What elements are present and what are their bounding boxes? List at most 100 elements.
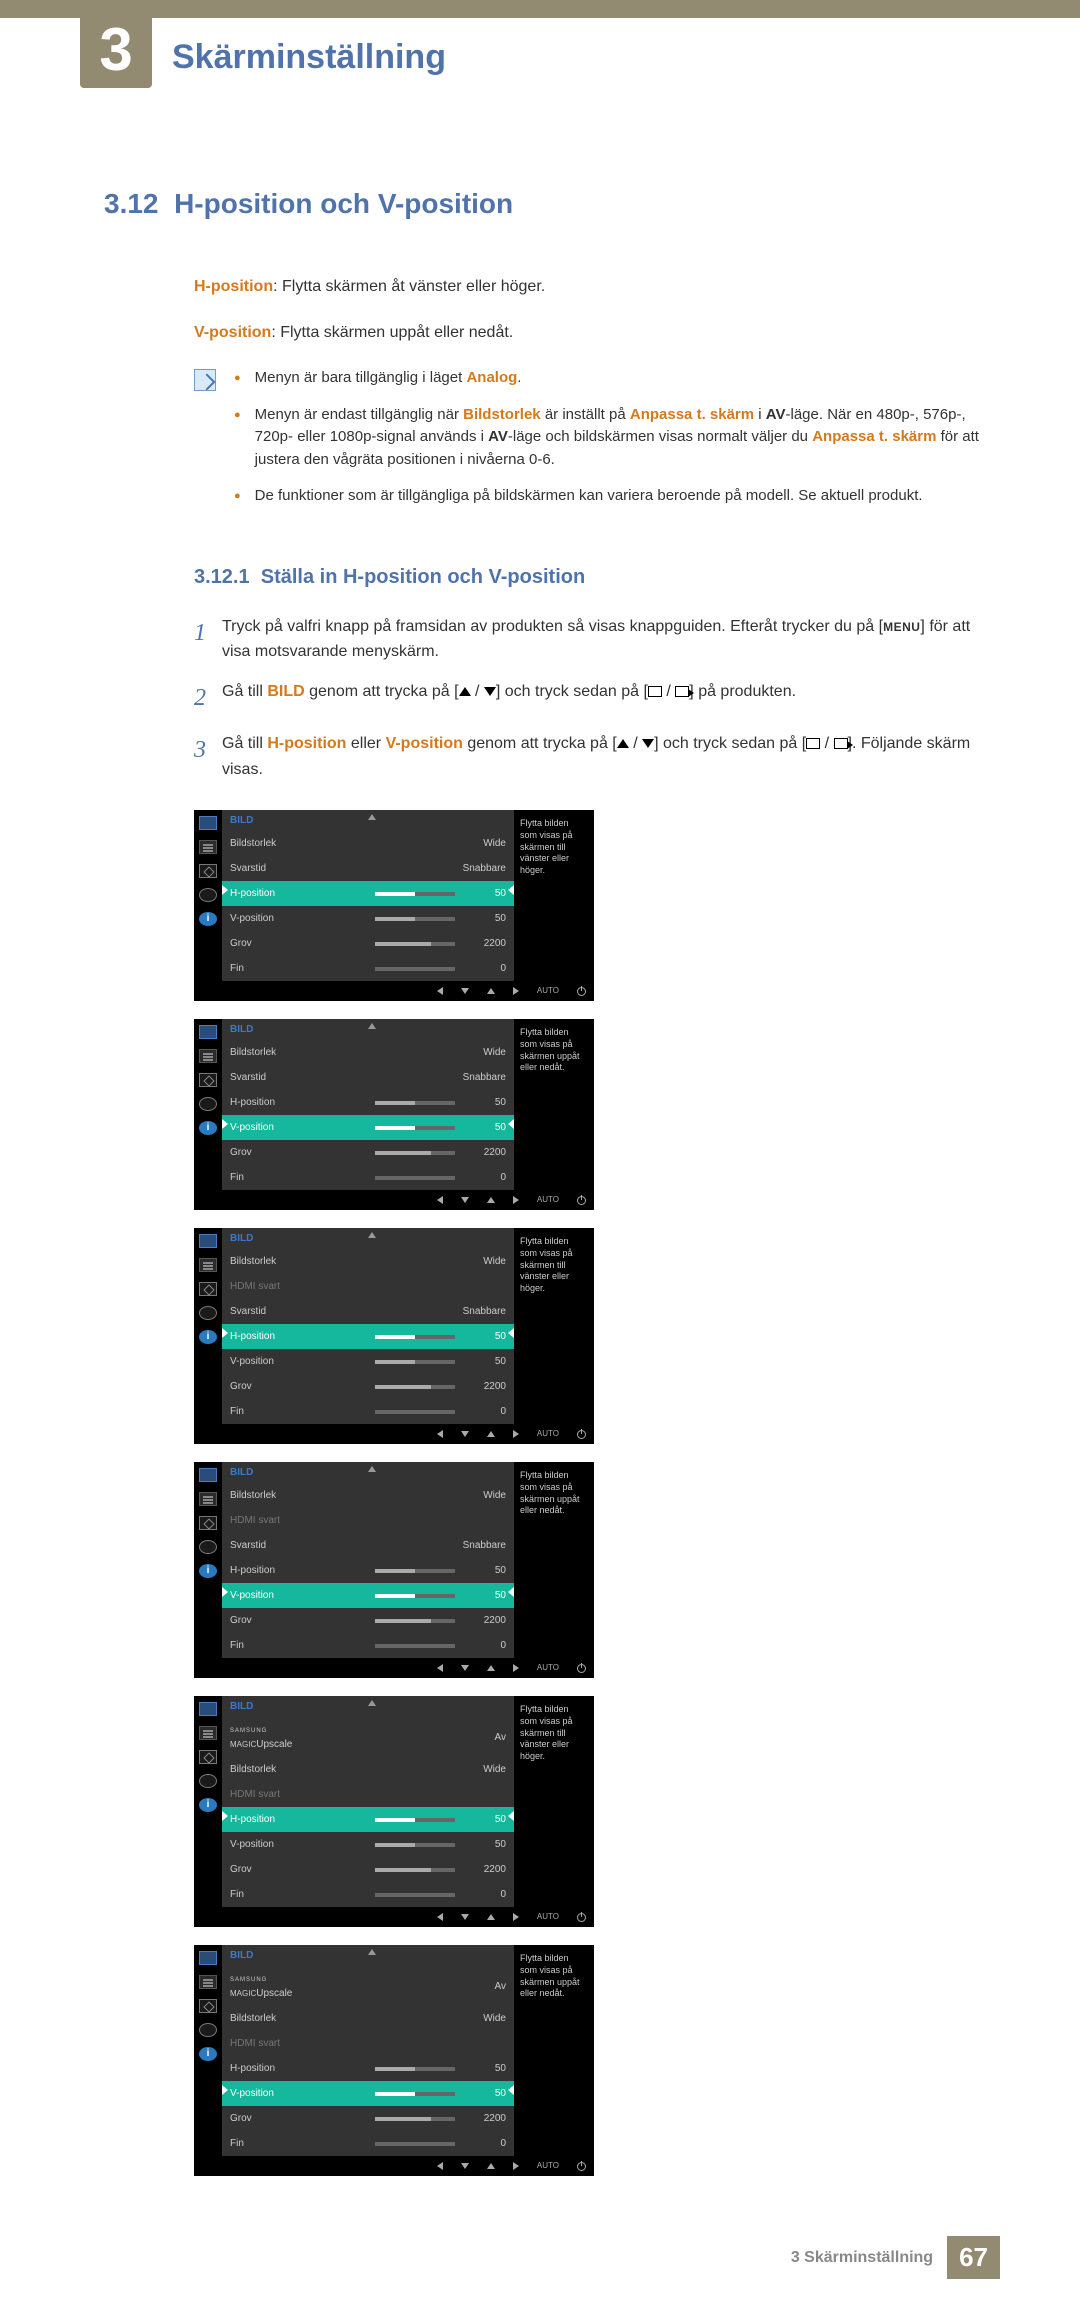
- info-note: ●Menyn är bara tillgänglig i läget Analo…: [194, 367, 1000, 522]
- osd-panel: iBILDBildstorlekWideSvarstidSnabbareH-po…: [194, 1019, 594, 1210]
- info-icon: i: [199, 1121, 217, 1135]
- osd-footer: AUTO: [194, 1658, 594, 1678]
- osd-row: HDMI svart: [222, 1782, 514, 1807]
- osd-row: H-position50: [222, 1090, 514, 1115]
- osd-row: SvarstidSnabbare: [222, 1065, 514, 1090]
- up-icon: [459, 687, 471, 696]
- menu-icon: [199, 1975, 217, 1989]
- hpos-desc: H-position: Flytta skärmen åt vänster el…: [194, 275, 1000, 299]
- osd-row: Fin0: [222, 1882, 514, 1907]
- osd-panel: iBILDSAMSUNGMAGICUpscaleAvBildstorlekWid…: [194, 1945, 594, 2176]
- menu-button-label: MENU: [883, 620, 920, 634]
- osd-row: HDMI svart: [222, 2031, 514, 2056]
- step-2: 2Gå till BILD genom att trycka på [ / ] …: [194, 679, 1000, 717]
- osd-row: Grov2200: [222, 1857, 514, 1882]
- monitor-icon: [199, 1025, 217, 1039]
- osd-row: V-position50: [222, 906, 514, 931]
- osd-row: Grov2200: [222, 1374, 514, 1399]
- vpos-desc: V-position: Flytta skärmen uppåt eller n…: [194, 321, 1000, 345]
- osd-row: SAMSUNGMAGICUpscaleAv: [222, 1966, 514, 2006]
- page-number: 67: [947, 2236, 1000, 2279]
- gear-icon: [199, 1540, 217, 1554]
- chapter-number: 3: [80, 10, 152, 88]
- osd-row: H-position50: [222, 1558, 514, 1583]
- info-icon: i: [199, 2047, 217, 2061]
- monitor-icon: [199, 1951, 217, 1965]
- osd-panel: iBILDSAMSUNGMAGICUpscaleAvBildstorlekWid…: [194, 1696, 594, 1927]
- osd-row: Grov2200: [222, 1140, 514, 1165]
- osd-row: BildstorlekWide: [222, 2006, 514, 2031]
- osd-row: Fin0: [222, 1165, 514, 1190]
- info-icon: i: [199, 1798, 217, 1812]
- page-footer: 3 Skärminställning 67: [80, 2236, 1000, 2279]
- osd-footer: AUTO: [194, 1424, 594, 1444]
- gear-icon: [199, 1097, 217, 1111]
- osd-row: V-position50: [222, 1115, 514, 1140]
- osd-row: Fin0: [222, 956, 514, 981]
- info-icon: i: [199, 912, 217, 926]
- menu-icon: [199, 840, 217, 854]
- gear-icon: [199, 2023, 217, 2037]
- osd-row: Grov2200: [222, 931, 514, 956]
- menu-icon: [199, 1726, 217, 1740]
- osd-footer: AUTO: [194, 1190, 594, 1210]
- box-icon: [648, 686, 662, 697]
- info-icon: [194, 369, 216, 391]
- osd-row: V-position50: [222, 2081, 514, 2106]
- gear-icon: [199, 1774, 217, 1788]
- osd-row: Grov2200: [222, 2106, 514, 2131]
- osd-row: Fin0: [222, 1633, 514, 1658]
- subsection-title: 3.12.1 Ställa in H-position och V-positi…: [194, 562, 1000, 592]
- osd-row: H-position50: [222, 1324, 514, 1349]
- monitor-icon: [199, 816, 217, 830]
- osd-row: V-position50: [222, 1349, 514, 1374]
- step-3: 3Gå till H-position eller V-position gen…: [194, 731, 1000, 782]
- osd-help: Flytta bilden som visas på skärmen uppåt…: [514, 1462, 594, 1658]
- osd-help: Flytta bilden som visas på skärmen uppåt…: [514, 1019, 594, 1190]
- osd-row: HDMI svart: [222, 1508, 514, 1533]
- move-icon: [199, 1282, 217, 1296]
- osd-row: Fin0: [222, 1399, 514, 1424]
- osd-row: SvarstidSnabbare: [222, 856, 514, 881]
- osd-help: Flytta bilden som visas på skärmen till …: [514, 810, 594, 981]
- enter-icon: [675, 686, 689, 697]
- osd-row: H-position50: [222, 881, 514, 906]
- osd-row: SvarstidSnabbare: [222, 1533, 514, 1558]
- osd-footer: AUTO: [194, 981, 594, 1001]
- monitor-icon: [199, 1234, 217, 1248]
- osd-help: Flytta bilden som visas på skärmen till …: [514, 1228, 594, 1424]
- menu-icon: [199, 1049, 217, 1063]
- move-icon: [199, 864, 217, 878]
- chapter-title: Skärminställning: [172, 38, 446, 77]
- osd-footer: AUTO: [194, 1907, 594, 1927]
- osd-row: V-position50: [222, 1583, 514, 1608]
- osd-row: SAMSUNGMAGICUpscaleAv: [222, 1717, 514, 1757]
- osd-row: H-position50: [222, 2056, 514, 2081]
- chapter-header: 3 Skärminställning: [80, 10, 1000, 98]
- osd-help: Flytta bilden som visas på skärmen uppåt…: [514, 1945, 594, 2156]
- menu-icon: [199, 1258, 217, 1272]
- osd-help: Flytta bilden som visas på skärmen till …: [514, 1696, 594, 1907]
- osd-row: BildstorlekWide: [222, 831, 514, 856]
- monitor-icon: [199, 1468, 217, 1482]
- gear-icon: [199, 1306, 217, 1320]
- osd-row: HDMI svart: [222, 1274, 514, 1299]
- osd-row: H-position50: [222, 1807, 514, 1832]
- section-title: 3.12 H-position och V-position: [104, 188, 1000, 220]
- gear-icon: [199, 888, 217, 902]
- info-icon: i: [199, 1330, 217, 1344]
- osd-screenshots: iBILDBildstorlekWideSvarstidSnabbareH-po…: [194, 810, 1000, 2176]
- move-icon: [199, 1516, 217, 1530]
- osd-row: BildstorlekWide: [222, 1040, 514, 1065]
- osd-row: Fin0: [222, 2131, 514, 2156]
- osd-row: SvarstidSnabbare: [222, 1299, 514, 1324]
- info-icon: i: [199, 1564, 217, 1578]
- osd-footer: AUTO: [194, 2156, 594, 2176]
- osd-row: BildstorlekWide: [222, 1757, 514, 1782]
- osd-row: BildstorlekWide: [222, 1483, 514, 1508]
- osd-row: V-position50: [222, 1832, 514, 1857]
- step-1: 1Tryck på valfri knapp på framsidan av p…: [194, 614, 1000, 665]
- down-icon: [484, 687, 496, 696]
- menu-icon: [199, 1492, 217, 1506]
- osd-row: BildstorlekWide: [222, 1249, 514, 1274]
